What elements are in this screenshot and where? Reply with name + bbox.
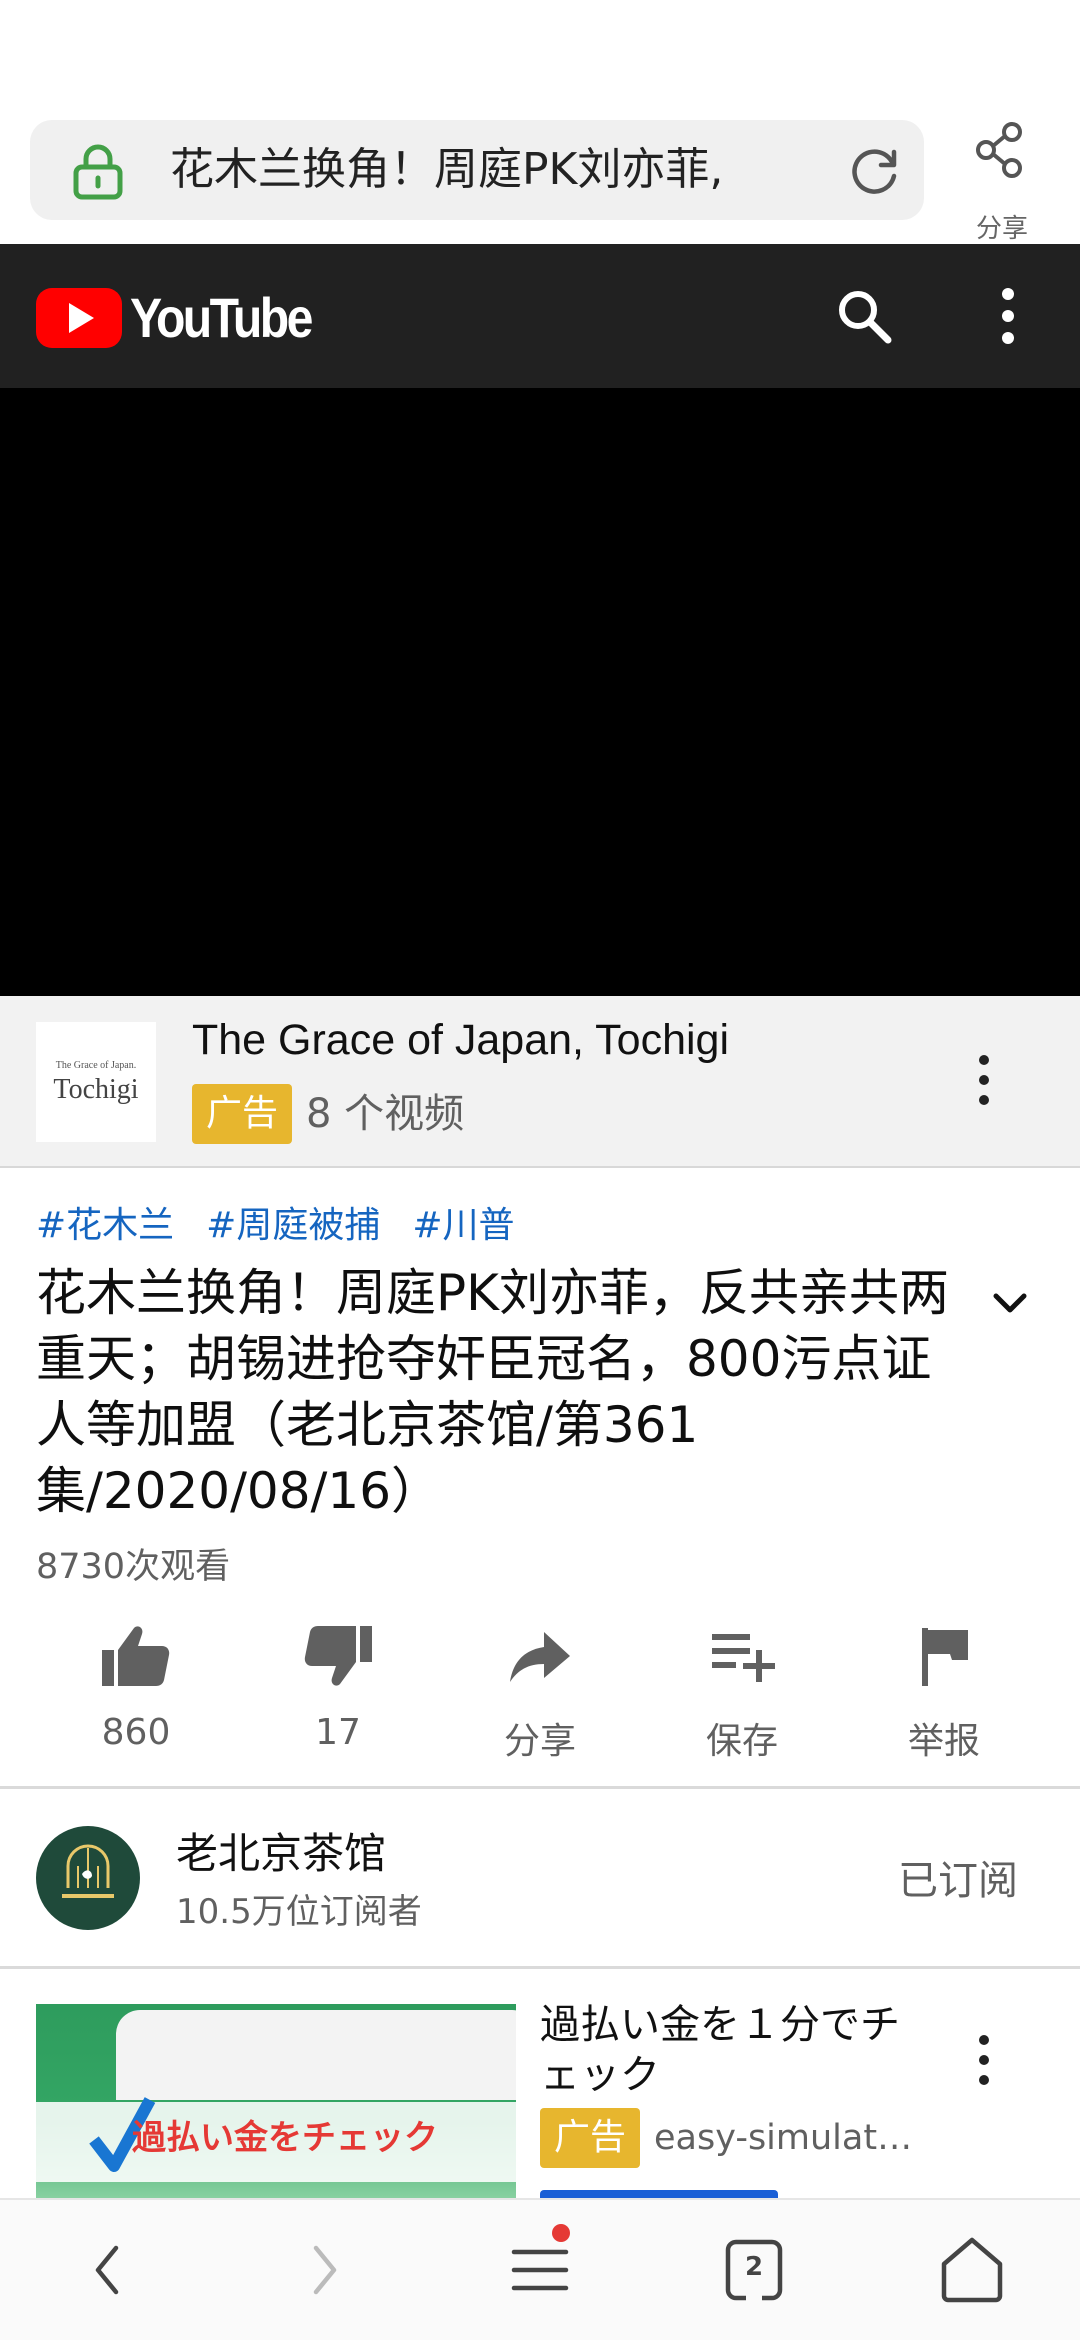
ad-video-count: 8 个视频: [306, 1091, 465, 1137]
ad-title[interactable]: The Grace of Japan, Tochigi: [192, 1016, 729, 1065]
ad-domain[interactable]: easy-simulator....: [654, 2108, 924, 2168]
hashtag-list: #花木兰 #周庭被捕 #川普: [36, 1200, 547, 1252]
flag-icon: [922, 1628, 968, 1686]
share-button[interactable]: 分享: [440, 1620, 640, 1788]
share-arrow-icon: [510, 1632, 570, 1682]
ad-video-thumbnail[interactable]: 過払い金をチェック: [36, 2004, 516, 2204]
menu-button[interactable]: [500, 2224, 580, 2310]
video-player[interactable]: [0, 388, 1080, 996]
share-label: 分享: [975, 214, 1028, 244]
ad-cta-button[interactable]: [540, 2190, 778, 2198]
ad-thumbnail-subtext: The Grace of Japan.: [55, 1060, 137, 1071]
save-button[interactable]: 保存: [642, 1620, 842, 1788]
view-count: 8730次观看: [36, 1547, 231, 1587]
playlist-add-icon: [712, 1634, 775, 1682]
phone-graphic: [116, 2010, 516, 2100]
status-bar: [0, 0, 1080, 110]
hashtag-link[interactable]: #川普: [412, 1200, 514, 1252]
hashtag-link[interactable]: #花木兰: [36, 1200, 174, 1252]
share-label: 分享: [503, 1721, 576, 1762]
youtube-play-icon: [36, 288, 122, 348]
hashtag-link[interactable]: #周庭被捕: [206, 1200, 380, 1252]
dislike-count: 17: [315, 1712, 361, 1753]
search-icon[interactable]: [832, 284, 896, 348]
ad-thumbnail-text: Tochigi: [53, 1074, 139, 1105]
home-icon[interactable]: [932, 2230, 1012, 2310]
like-count: 860: [101, 1712, 171, 1753]
youtube-header: YouTube: [0, 244, 1080, 388]
report-button[interactable]: 举报: [844, 1620, 1044, 1788]
notification-dot: [552, 2224, 570, 2242]
menu-icon: [511, 2249, 569, 2291]
forward-icon[interactable]: [284, 2230, 364, 2310]
save-label: 保存: [705, 1721, 778, 1762]
ad-badge: 广告: [192, 1084, 293, 1144]
dislike-button[interactable]: 17: [238, 1620, 438, 1788]
subscribe-button[interactable]: 已订阅: [898, 1848, 1018, 1906]
ad-video-title[interactable]: 過払い金を１分でチェック: [540, 2000, 920, 2100]
tab-count: 2: [744, 2252, 764, 2282]
browser-address-row: 花木兰换角！周庭PK刘亦菲, 分享: [0, 110, 1080, 244]
chevron-down-icon[interactable]: [986, 1284, 1034, 1324]
channel-avatar[interactable]: [36, 1826, 140, 1930]
reload-icon[interactable]: [848, 144, 902, 198]
report-label: 举报: [907, 1721, 980, 1762]
browser-bottom-nav: 2: [0, 2198, 1080, 2340]
video-title[interactable]: 花木兰换角！周庭PK刘亦菲，反共亲共两重天；胡锡进抢夺奸臣冠名，800污点证人等…: [36, 1260, 980, 1524]
channel-ad-banner[interactable]: The Grace of Japan. Tochigi The Grace of…: [0, 996, 1080, 1168]
like-button[interactable]: 860: [36, 1620, 236, 1788]
youtube-logo[interactable]: YouTube: [36, 286, 326, 349]
action-bar: 860 17 分享 保存 举报: [0, 1620, 1080, 1788]
thumbs-up-icon: [102, 1626, 170, 1686]
recommended-ad-item[interactable]: 過払い金をチェック 過払い金を１分でチェック 广告 easy-simulator…: [0, 1968, 1080, 2204]
thumbs-down-icon: [304, 1626, 372, 1686]
more-vert-icon[interactable]: [964, 2028, 1004, 2092]
channel-row: 老北京茶馆 10.5万位订阅者 已订阅: [0, 1790, 1080, 1966]
more-vert-icon[interactable]: [964, 1048, 1004, 1112]
share-page-button[interactable]: 分享: [958, 116, 1046, 244]
ad-badge: 广告: [540, 2108, 641, 2168]
lock-icon: [73, 144, 123, 200]
url-text[interactable]: 花木兰换角！周庭PK刘亦菲,: [170, 142, 810, 198]
back-icon[interactable]: [68, 2230, 148, 2310]
ad-thumbnail: The Grace of Japan. Tochigi: [36, 1022, 156, 1142]
thumbnail-caption: 過払い金をチェック: [132, 2118, 438, 2158]
birdcage-logo-icon: [62, 1844, 114, 1898]
share-nodes-icon: [976, 122, 1022, 178]
tabs-button[interactable]: 2: [714, 2230, 794, 2310]
divider: [0, 1786, 1080, 1789]
address-bar[interactable]: 花木兰换角！周庭PK刘亦菲,: [30, 120, 924, 220]
more-vert-icon[interactable]: [984, 284, 1032, 348]
youtube-wordmark: YouTube: [130, 286, 313, 349]
channel-name[interactable]: 老北京茶馆: [176, 1820, 386, 1881]
subscriber-count: 10.5万位订阅者: [176, 1892, 422, 1932]
